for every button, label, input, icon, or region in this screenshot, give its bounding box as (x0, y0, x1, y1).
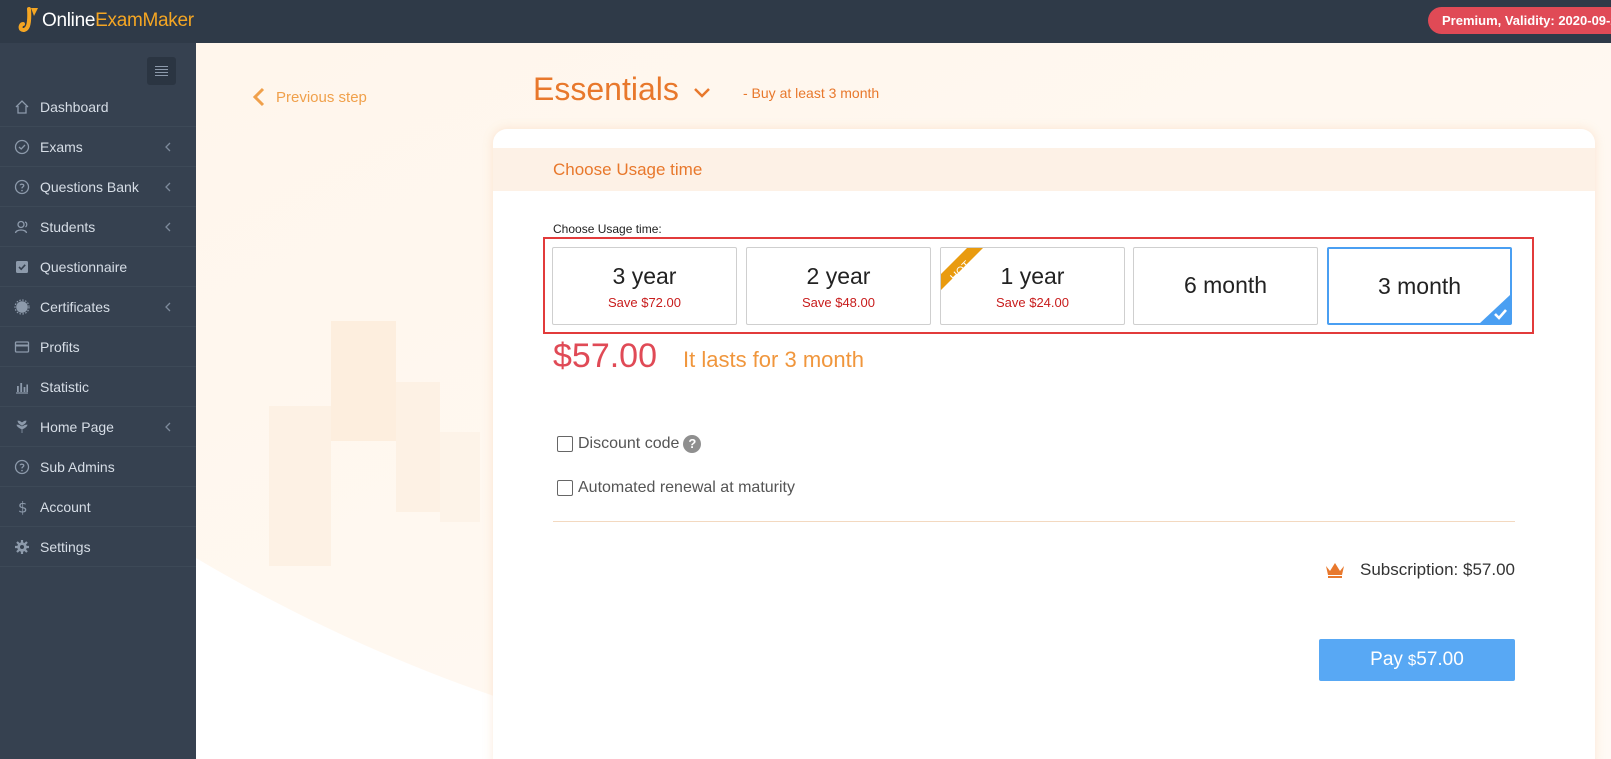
price-value: $57.00 (553, 337, 657, 375)
chevron-left-icon (165, 182, 171, 192)
sidebar-item-questionnaire[interactable]: Questionnaire (0, 247, 196, 287)
auto-renewal-checkbox[interactable] (557, 480, 573, 496)
app-logo[interactable]: OnlineExamMaker (16, 6, 194, 36)
option-label: 3 year (612, 263, 677, 289)
chevron-left-icon (165, 222, 171, 232)
pay-amount: 57.00 (1416, 649, 1464, 670)
sidebar-item-dashboard[interactable]: Dashboard (0, 87, 196, 127)
sidebar-item-label: Questionnaire (40, 258, 128, 275)
hot-label: HOT (948, 259, 973, 284)
chevron-down-icon (693, 87, 710, 98)
logo-text: OnlineExamMaker (42, 10, 194, 32)
selected-check-icon (1480, 294, 1510, 323)
option-3-year[interactable]: 3 year Save $72.00 (552, 247, 737, 325)
sidebar-item-label: Sub Admins (40, 458, 115, 475)
auto-renewal-label: Automated renewal at maturity (578, 479, 795, 496)
plan-name: Essentials (533, 71, 679, 107)
pay-button[interactable]: Pay $57.00 (1319, 639, 1515, 681)
chevron-left-icon (165, 422, 171, 432)
option-label: 6 month (1183, 272, 1268, 298)
credit-card-icon (14, 339, 30, 355)
auto-renewal-row[interactable]: Automated renewal at maturity (557, 479, 795, 497)
discount-code-label: Discount code (578, 435, 680, 452)
main-content: Previous step Essentials - Buy at least … (196, 43, 1611, 759)
card-header: Choose Usage time (493, 148, 1595, 191)
sidebar-item-label: Statistic (40, 378, 90, 395)
sidebar-item-label: Account (40, 498, 91, 515)
hot-ribbon: HOT (941, 248, 983, 290)
question-circle-icon (14, 179, 30, 195)
card-title: Choose Usage time (553, 160, 703, 179)
sidebar-item-label: Profits (40, 338, 80, 355)
crown-icon (1326, 563, 1344, 578)
plan-note: - Buy at least 3 month (743, 85, 880, 101)
sidebar-item-account[interactable]: $ Account (0, 487, 196, 527)
sidebar-item-certificates[interactable]: Certificates (0, 287, 196, 327)
sidebar-item-students[interactable]: Students (0, 207, 196, 247)
premium-badge[interactable]: Premium, Validity: 2020-09-22 (1428, 7, 1611, 34)
usage-card: Choose Usage time Choose Usage time: 3 y… (493, 129, 1595, 759)
users-icon (14, 219, 30, 235)
bar-chart-icon (14, 379, 30, 395)
sidebar-item-questions-bank[interactable]: Questions Bank (0, 167, 196, 207)
sidebar-item-label: Questions Bank (40, 178, 139, 195)
top-bar: OnlineExamMaker Premium, Validity: 2020-… (0, 0, 1611, 43)
sidebar-item-settings[interactable]: Settings (0, 527, 196, 567)
check-circle-icon (14, 139, 30, 155)
sidebar-item-label: Home Page (40, 418, 114, 435)
option-3-month[interactable]: 3 month (1327, 247, 1512, 325)
sidebar-item-label: Settings (40, 538, 91, 555)
certificate-icon (14, 298, 30, 315)
previous-step-label: Previous step (276, 88, 367, 106)
sidebar-item-label: Students (40, 218, 96, 235)
sidebar-item-label: Dashboard (40, 98, 109, 115)
option-label: 2 year (806, 263, 871, 289)
option-1-year[interactable]: HOT 1 year Save $24.00 (940, 247, 1125, 325)
sidebar-item-statistic[interactable]: Statistic (0, 367, 196, 407)
option-save-label: Save $24.00 (995, 295, 1069, 310)
gear-icon (14, 539, 30, 555)
leaf-icon (14, 419, 30, 435)
sidebar-item-profits[interactable]: Profits (0, 327, 196, 367)
sidebar-item-home-page[interactable]: Home Page (0, 407, 196, 447)
chevron-left-icon (165, 142, 171, 152)
pay-label: Pay (1370, 649, 1403, 670)
usage-time-label: Choose Usage time: (553, 222, 662, 236)
previous-step-link[interactable]: Previous step (252, 87, 367, 107)
logo-suffix: ExamMaker (95, 10, 194, 31)
duration-text: It lasts for 3 month (683, 347, 864, 372)
divider (553, 521, 1515, 522)
option-2-year[interactable]: 2 year Save $48.00 (746, 247, 931, 325)
home-icon (14, 99, 30, 115)
help-icon[interactable]: ? (683, 435, 702, 453)
sidebar-item-sub-admins[interactable]: Sub Admins (0, 447, 196, 487)
svg-text:$: $ (18, 499, 28, 515)
sidebar-toggle-button[interactable] (147, 57, 176, 85)
chevron-left-icon (252, 87, 265, 107)
plan-selector[interactable]: Essentials (533, 71, 711, 108)
sidebar-item-label: Certificates (40, 298, 111, 315)
checkbox-icon (14, 259, 30, 275)
subscription-summary: Subscription: $57.00 (1324, 560, 1515, 580)
pay-currency: $ (1407, 652, 1417, 669)
logo-mark-icon (16, 6, 42, 36)
dollar-icon: $ (14, 499, 30, 515)
option-save-label: Save $72.00 (607, 295, 681, 310)
option-save-label: Save $48.00 (801, 295, 875, 310)
logo-prefix: Online (42, 10, 96, 31)
sidebar-item-exams[interactable]: Exams (0, 127, 196, 167)
sidebar: Dashboard Exams Questions Bank Students Ques… (0, 43, 196, 759)
price-row: $57.00 It lasts for 3 month (553, 337, 864, 376)
chevron-left-icon (165, 302, 171, 312)
subscription-text: Subscription: $57.00 (1360, 560, 1515, 579)
question-circle-icon (14, 459, 30, 475)
sidebar-nav: Dashboard Exams Questions Bank Students Ques… (0, 87, 196, 567)
sidebar-item-label: Exams (40, 138, 83, 155)
discount-code-checkbox[interactable] (557, 436, 573, 452)
option-6-month[interactable]: 6 month (1133, 247, 1318, 325)
discount-code-row[interactable]: Discount code ? (557, 435, 702, 453)
